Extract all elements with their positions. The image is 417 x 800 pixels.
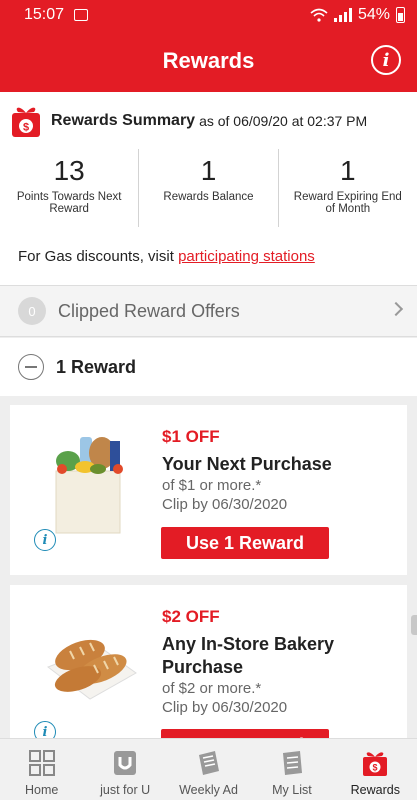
wifi-icon	[310, 8, 328, 22]
u-tag-icon	[114, 751, 137, 775]
nav-home[interactable]: Home	[0, 739, 83, 800]
app-header: Rewards i	[0, 30, 417, 92]
offer-amount: $2 OFF	[162, 607, 220, 626]
scroll-handle[interactable]	[411, 615, 417, 635]
reward-card: i $1 OFF Your Next Purchase of $1 or mor…	[10, 405, 407, 575]
list-icon	[282, 751, 302, 775]
offer-clip-by: Clip by 06/30/2020	[162, 699, 288, 716]
nav-label: Rewards	[350, 783, 400, 797]
offer-amount: $1 OFF	[162, 427, 220, 446]
clipped-count-badge: 0	[18, 297, 46, 325]
gift-icon: $	[363, 752, 388, 776]
stat-expiring: 1 Reward Expiring End of Month	[277, 149, 417, 227]
offer-clip-by: Clip by 06/30/2020	[162, 496, 288, 513]
offer-name: Your Next Purchase	[162, 454, 332, 474]
info-icon: i	[382, 49, 390, 71]
stat-value: 1	[200, 155, 217, 186]
signal-icon	[333, 8, 352, 22]
rewards-summary: $ Rewards Summary as of 06/09/20 at 02:3…	[0, 92, 417, 285]
svg-text:$: $	[23, 122, 29, 134]
nav-weekly-ad[interactable]: Weekly Ad	[167, 739, 250, 800]
bakery-bread-image	[46, 639, 137, 700]
stat-label: Reward Expiring End of Month	[293, 191, 402, 215]
stat-label: Points Towards Next Reward	[16, 191, 122, 215]
nav-just-for-u[interactable]: just for U	[83, 739, 166, 800]
gallery-notification-icon	[74, 9, 89, 21]
svg-text:$: $	[373, 763, 378, 773]
gift-icon: $	[12, 107, 40, 137]
battery-icon	[396, 7, 405, 23]
participating-stations-link[interactable]: participating stations	[178, 248, 315, 265]
stat-label: Rewards Balance	[163, 191, 254, 203]
use-reward-button[interactable]: Use 1 Reward	[161, 527, 329, 559]
summary-title: Rewards Summary	[51, 112, 196, 129]
stat-value: 13	[53, 155, 85, 186]
stat-rewards-balance: 1 Rewards Balance	[138, 149, 277, 227]
nav-my-list[interactable]: My List	[250, 739, 333, 800]
summary-timestamp: as of 06/09/20 at 02:37 PM	[199, 113, 368, 129]
offer-condition: of $1 or more.*	[162, 477, 262, 494]
info-button[interactable]: i	[371, 45, 401, 75]
bottom-navigation: Home just for U Weekly Ad My List $ Rewa…	[0, 738, 417, 800]
chevron-right-icon	[388, 301, 404, 317]
clipped-reward-offers-row[interactable]: 0 Clipped Reward Offers	[0, 285, 417, 337]
nav-label: Weekly Ad	[179, 783, 238, 797]
clipped-label: Clipped Reward Offers	[58, 300, 240, 321]
stat-points: 13 Points Towards Next Reward	[0, 149, 138, 227]
status-time: 15:07	[24, 6, 65, 23]
rewards-section-header[interactable]: 1 Reward	[0, 338, 417, 396]
battery-percent: 54%	[357, 6, 390, 23]
status-bar: 15:07 54%	[0, 0, 417, 30]
summary-stats: 13 Points Towards Next Reward 1 Rewards …	[0, 149, 417, 227]
nav-label: My List	[272, 783, 312, 797]
reward-card: i $2 OFF Any In-Store Bakery Purchase of…	[10, 585, 407, 761]
offer-info-button[interactable]: i	[34, 529, 56, 551]
gas-discount-note: For Gas discounts, visit participating s…	[18, 248, 315, 265]
info-icon: i	[42, 532, 48, 548]
collapse-icon[interactable]	[18, 354, 44, 380]
rewards-count-label: 1 Reward	[56, 356, 137, 377]
newspaper-icon	[198, 751, 219, 775]
page-title: Rewards	[162, 48, 255, 73]
stat-value: 1	[340, 155, 356, 186]
offer-name: Any In-Store Bakery Purchase	[162, 634, 335, 677]
nav-label: Home	[25, 783, 59, 797]
nav-label: just for U	[100, 783, 151, 797]
gas-text: For Gas discounts, visit	[18, 248, 179, 265]
grocery-bag-image	[55, 437, 123, 534]
offer-condition: of $2 or more.*	[162, 680, 262, 697]
grid-icon	[28, 750, 55, 776]
nav-rewards[interactable]: $ Rewards	[334, 739, 417, 800]
